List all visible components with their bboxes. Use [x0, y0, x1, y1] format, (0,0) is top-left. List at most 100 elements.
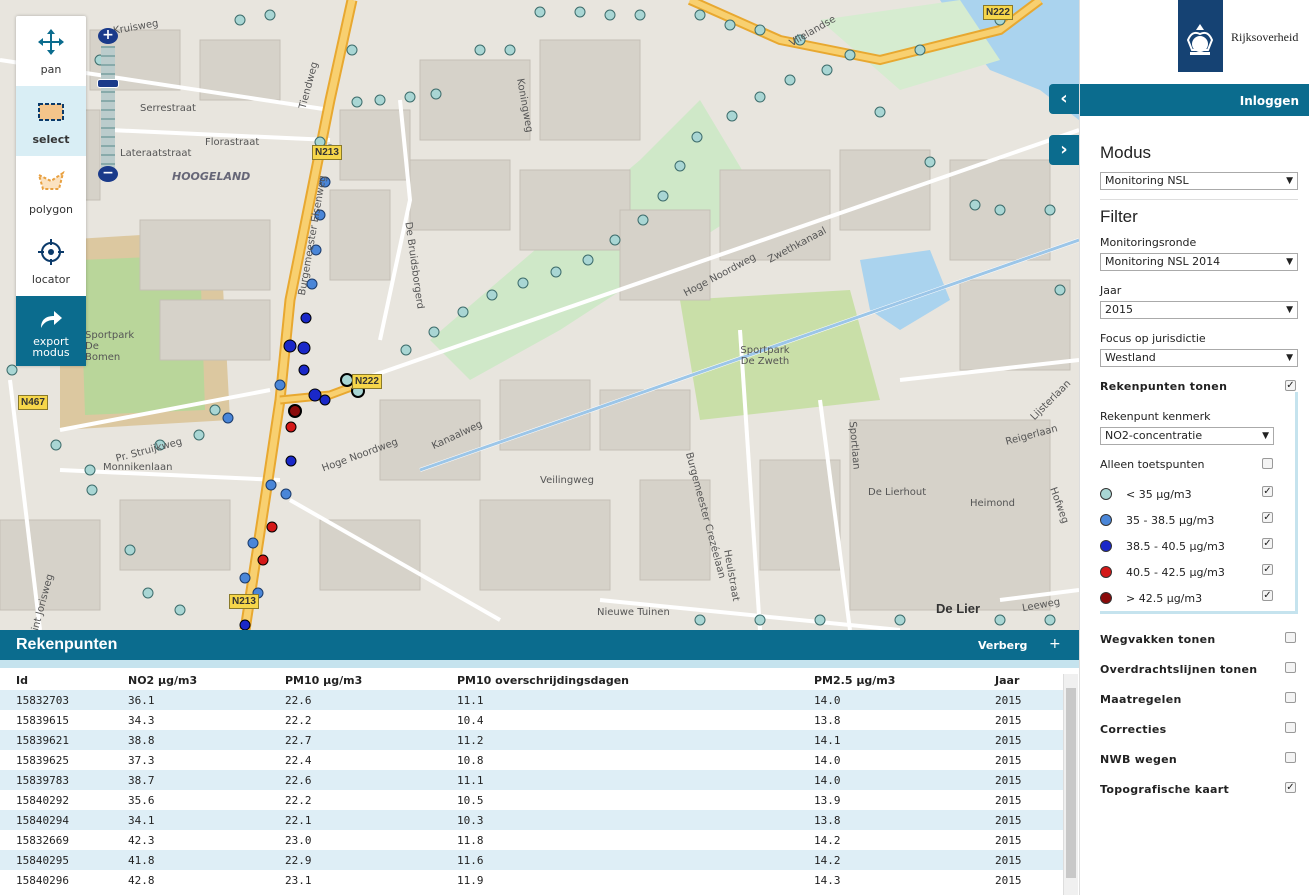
map-view[interactable]: HOOGELAND De Lier Kruisweg Serrestraat F… — [0, 0, 1079, 630]
table-row[interactable]: 15832703 36.1 22.6 11.1 14.0 2015 — [0, 690, 1063, 710]
column-header[interactable]: NO2 μg/m3 — [128, 674, 197, 687]
scrollbar-thumb[interactable] — [1066, 688, 1076, 878]
kenmerk-label: Rekenpunt kenmerk — [1100, 410, 1211, 423]
table-cell: 42.8 — [128, 874, 155, 887]
map-canvas[interactable] — [0, 0, 1079, 630]
table-row[interactable]: 15839621 38.8 22.7 11.2 14.1 2015 — [0, 730, 1063, 750]
column-header[interactable]: PM2.5 μg/m3 — [814, 674, 895, 687]
table-cell: 22.4 — [285, 754, 312, 767]
share-arrow-icon — [36, 304, 66, 334]
table-cell: 15839625 — [16, 754, 69, 767]
place-hoogeland: HOOGELAND — [172, 170, 251, 183]
results-title: Rekenpunten — [16, 636, 118, 653]
layer-checkbox[interactable] — [1285, 662, 1296, 673]
table-cell: 11.2 — [457, 734, 484, 747]
legend-label: 40.5 - 42.5 μg/m3 — [1126, 566, 1225, 579]
locator-tool[interactable]: locator — [16, 226, 86, 296]
column-header[interactable]: Jaar — [995, 674, 1019, 687]
table-cell: 2015 — [995, 694, 1022, 707]
focus-label: Focus op jurisdictie — [1100, 332, 1206, 345]
focus-select[interactable]: Westland — [1100, 349, 1298, 367]
column-header[interactable]: Id — [16, 674, 28, 687]
legend-label: 38.5 - 40.5 μg/m3 — [1126, 540, 1225, 553]
table-row[interactable]: 15840294 34.1 22.1 10.3 13.8 2015 — [0, 810, 1063, 830]
layer-checkbox[interactable] — [1285, 632, 1296, 643]
table-row[interactable]: 15832669 42.3 23.0 11.8 14.2 2015 — [0, 830, 1063, 850]
table-row[interactable]: 15839783 38.7 22.6 11.1 14.0 2015 — [0, 770, 1063, 790]
map-label: Sportpark De Bomen — [85, 330, 135, 363]
table-cell: 2015 — [995, 754, 1022, 767]
road-sign: N213 — [229, 594, 259, 609]
pan-tool[interactable]: pan — [16, 16, 86, 86]
road-sign: N222 — [983, 5, 1013, 20]
table-cell: 14.0 — [814, 774, 841, 787]
column-header[interactable]: PM10 overschrijdingsdagen — [457, 674, 629, 687]
hide-results-button[interactable]: Verberg — [978, 639, 1027, 652]
zoom-slider[interactable] — [101, 46, 115, 180]
polygon-tool[interactable]: polygon — [16, 156, 86, 226]
table-cell: 10.5 — [457, 794, 484, 807]
polygon-icon — [36, 167, 66, 197]
place-de-lier: De Lier — [936, 601, 981, 616]
table-cell: 11.9 — [457, 874, 484, 887]
toetspunten-label: Alleen toetspunten — [1100, 458, 1205, 471]
expand-results-button[interactable]: + — [1049, 636, 1061, 652]
legend-checkbox[interactable]: ✓ — [1262, 590, 1273, 601]
table-cell: 2015 — [995, 714, 1022, 727]
map-toolbar: pan select polygon locator export modus — [16, 16, 86, 366]
export-mode-tool[interactable]: export modus — [16, 296, 86, 366]
table-cell: 14.1 — [814, 734, 841, 747]
layer-checkbox[interactable] — [1285, 752, 1296, 763]
table-cell: 15839783 — [16, 774, 69, 787]
table-cell: 2015 — [995, 774, 1022, 787]
table-cell: 22.2 — [285, 794, 312, 807]
table-row[interactable]: 15840292 35.6 22.2 10.5 13.9 2015 — [0, 790, 1063, 810]
table-scrollbar[interactable] — [1063, 674, 1078, 895]
table-cell: 41.8 — [128, 854, 155, 867]
table-cell: 2015 — [995, 814, 1022, 827]
kenmerk-select[interactable]: NO2-concentratie — [1100, 427, 1274, 445]
layer-label: Maatregelen — [1100, 693, 1182, 706]
jaar-select[interactable]: 2015 — [1100, 301, 1298, 319]
column-header[interactable]: PM10 μg/m3 — [285, 674, 362, 687]
legend-checkbox[interactable]: ✓ — [1262, 486, 1273, 497]
table-row[interactable]: 15839615 34.3 22.2 10.4 13.8 2015 — [0, 710, 1063, 730]
legend-checkbox[interactable]: ✓ — [1262, 538, 1273, 549]
table-cell: 36.1 — [128, 694, 155, 707]
select-tool[interactable]: select — [16, 86, 86, 156]
table-cell: 38.8 — [128, 734, 155, 747]
zoom-out-button[interactable]: − — [98, 166, 118, 182]
login-link[interactable]: Inloggen — [1240, 94, 1299, 108]
table-row[interactable]: 15840295 41.8 22.9 11.6 14.2 2015 — [0, 850, 1063, 870]
rijksoverheid-logo — [1178, 0, 1223, 72]
legend-checkbox[interactable]: ✓ — [1262, 512, 1273, 523]
table-cell: 35.6 — [128, 794, 155, 807]
table-row[interactable]: 15839625 37.3 22.4 10.8 14.0 2015 — [0, 750, 1063, 770]
ronde-select[interactable]: Monitoring NSL 2014 — [1100, 253, 1298, 271]
table-row[interactable]: 15840296 42.8 23.1 11.9 14.3 2015 — [0, 870, 1063, 890]
legend-checkbox[interactable]: ✓ — [1262, 564, 1273, 575]
layer-checkbox[interactable] — [1285, 722, 1296, 733]
select-label: select — [32, 132, 70, 146]
expand-panel-button[interactable]: › — [1049, 135, 1079, 165]
rekenpunten-checkbox[interactable]: ✓ — [1285, 380, 1296, 391]
export-label: export modus — [32, 335, 70, 359]
layer-checkbox[interactable]: ✓ — [1285, 782, 1296, 793]
collapse-panel-button[interactable]: ‹ — [1049, 84, 1079, 114]
locator-label: locator — [31, 272, 71, 286]
layer-checkbox[interactable] — [1285, 692, 1296, 703]
table-cell: 23.1 — [285, 874, 312, 887]
zoom-in-button[interactable]: + — [98, 28, 118, 44]
crosshair-icon — [36, 237, 66, 267]
legend-label: 35 - 38.5 μg/m3 — [1126, 514, 1215, 527]
table-cell: 22.2 — [285, 714, 312, 727]
move-icon — [36, 27, 66, 57]
table-cell: 42.3 — [128, 834, 155, 847]
road-sign: N213 — [312, 145, 342, 160]
toetspunten-checkbox[interactable] — [1262, 458, 1273, 469]
modus-select[interactable]: Monitoring NSL — [1100, 172, 1298, 190]
polygon-label: polygon — [29, 202, 73, 216]
zoom-slider-handle[interactable] — [97, 79, 119, 88]
legend-swatch — [1100, 566, 1112, 578]
rekenpunten-options — [1100, 392, 1298, 614]
